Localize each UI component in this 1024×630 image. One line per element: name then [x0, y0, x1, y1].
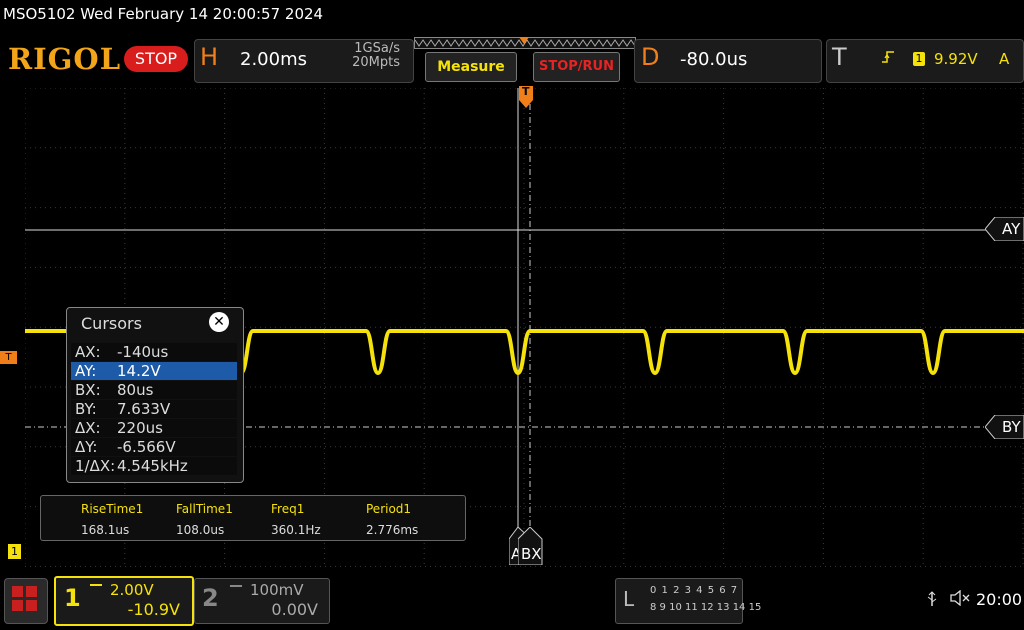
measurement-value: 360.1Hz — [271, 523, 321, 537]
cursor-row-value: 4.545kHz — [117, 457, 188, 475]
ch2-offset: 0.00V — [271, 600, 318, 619]
acquisition-info: 1GSa/s 20Mpts — [338, 42, 400, 70]
cursor-row[interactable]: BX: 80us — [71, 381, 237, 399]
cursor-ay-tag[interactable]: AY — [984, 216, 1024, 242]
cursor-row-label: 1/ΔX: — [75, 457, 116, 475]
rising-edge-icon — [882, 51, 894, 63]
cursor-row-value: 80us — [117, 381, 154, 399]
measurement-item[interactable]: Period1 2.776ms — [366, 496, 460, 540]
ch1-scale: 2.00V — [110, 581, 154, 599]
delay-value: -80.0us — [680, 49, 748, 70]
measurement-name: Period1 — [366, 502, 412, 516]
logic-channels-low: 0 1 2 3 4 5 6 7 — [650, 585, 739, 596]
cursor-row-label: BY: — [75, 400, 97, 418]
measurement-value: 108.0us — [176, 523, 225, 537]
horizontal-letter: H — [200, 43, 219, 71]
measurement-value: 168.1us — [81, 523, 130, 537]
measurement-value: 2.776ms — [366, 523, 419, 537]
close-icon[interactable]: ✕ — [209, 312, 229, 332]
cursor-bx-tag-label: BX — [521, 545, 542, 563]
cursor-row[interactable]: 1/ΔX: 4.545kHz — [71, 457, 237, 475]
dc-coupling-icon — [230, 585, 242, 593]
clock: 20:00 — [976, 590, 1023, 609]
trigger-source: 1 — [913, 52, 925, 66]
cursor-by-tag[interactable]: BY — [984, 414, 1024, 440]
usb-icon — [926, 591, 938, 611]
logic-channels-high: 8 9 10 11 12 13 14 15 — [650, 602, 762, 613]
cursor-row-label: AY: — [75, 362, 97, 380]
cursors-title: Cursors — [81, 314, 142, 333]
ch1-offset: -10.9V — [127, 600, 180, 619]
trigger-letter: T — [832, 43, 847, 71]
cursor-row-value: 7.633V — [117, 400, 171, 418]
trigger-position-marker — [519, 37, 529, 44]
ch1-offset-marker[interactable]: 1 — [8, 544, 21, 559]
trigger-level: 9.92V — [934, 50, 978, 68]
cursor-by-tag-label: BY — [1002, 418, 1021, 436]
trigger-time-marker-label: T — [522, 85, 530, 98]
measurement-item[interactable]: FallTime1 108.0us — [176, 496, 270, 540]
cursor-row[interactable]: AX: -140us — [71, 343, 237, 361]
measurement-table: RiseTime1 168.1us FallTime1 108.0us Freq1 360… — [40, 495, 466, 541]
cursor-row-value: 14.2V — [117, 362, 161, 380]
stop-run-button[interactable]: STOP/RUN — [533, 52, 620, 82]
logic-letter: L — [623, 587, 635, 611]
measure-button[interactable]: Measure — [425, 52, 517, 82]
delay-letter: D — [641, 43, 660, 71]
cursor-row-value: -6.566V — [117, 438, 176, 456]
cursor-row[interactable]: BY: 7.633V — [71, 400, 237, 418]
title-bar: MSO5102 Wed February 14 20:00:57 2024 — [3, 5, 324, 23]
ch2-scale: 100mV — [250, 581, 304, 599]
sample-rate: 1GSa/s — [354, 41, 400, 56]
ch1-number: 1 — [64, 584, 81, 612]
timebase-value: 2.00ms — [240, 49, 307, 70]
cursor-row[interactable]: ΔY: -6.566V — [71, 438, 237, 456]
menu-grid-icon — [12, 586, 37, 611]
cursor-row-label: AX: — [75, 343, 101, 361]
cursor-row-label: ΔY: — [75, 438, 98, 456]
dc-coupling-icon — [90, 584, 102, 592]
cursor-row-value: -140us — [117, 343, 169, 361]
cursor-row[interactable]: AY: 14.2V — [71, 362, 237, 380]
trigger-time-marker[interactable]: T — [519, 85, 533, 108]
cursor-row-label: BX: — [75, 381, 101, 399]
cursor-bx-tag[interactable]: BX — [517, 526, 548, 566]
rigol-logo: RIGOL — [8, 42, 122, 76]
measurement-name: RiseTime1 — [81, 502, 144, 516]
measurement-item[interactable]: RiseTime1 168.1us — [81, 496, 175, 540]
measurement-name: FallTime1 — [176, 502, 233, 516]
speaker-muted-icon[interactable] — [950, 589, 972, 610]
cursor-row-label: ΔX: — [75, 419, 101, 437]
measurement-name: Freq1 — [271, 502, 305, 516]
ch2-number: 2 — [202, 584, 219, 612]
trigger-level-marker[interactable]: T — [0, 351, 17, 364]
trigger-panel[interactable] — [826, 39, 1024, 83]
run-state-badge[interactable]: STOP — [124, 46, 188, 72]
cursor-row[interactable]: ΔX: 220us — [71, 419, 237, 437]
memory-depth: 20Mpts — [352, 55, 400, 70]
menu-button[interactable] — [4, 578, 48, 624]
cursors-panel: Cursors ✕ AX: -140us AY: 14.2V BX: 80us BY: 7.6… — [66, 307, 244, 483]
measurement-item[interactable]: Freq1 360.1Hz — [271, 496, 365, 540]
cursor-row-value: 220us — [117, 419, 163, 437]
trigger-mode: A — [999, 50, 1010, 68]
cursor-ay-tag-label: AY — [1002, 220, 1021, 238]
